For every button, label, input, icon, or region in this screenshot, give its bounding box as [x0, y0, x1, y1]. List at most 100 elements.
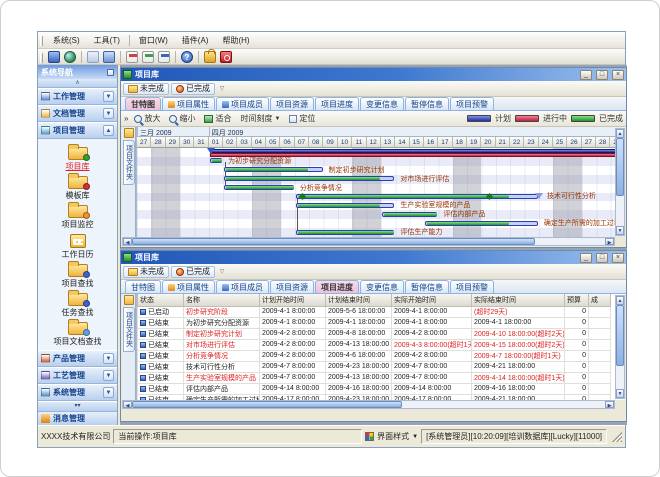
scroll-thumb[interactable] [132, 238, 535, 245]
menu-item-帮助[interactable]: 帮助(H) [215, 33, 256, 48]
tab-项目进度[interactable]: 项目进度 [315, 280, 359, 293]
close-button[interactable]: × [612, 70, 624, 80]
sidebar-item-模板库[interactable]: 模板库 [38, 176, 117, 201]
tab-甘特图[interactable]: 甘特图 [125, 280, 161, 293]
column-header-名称[interactable]: 名称 [184, 294, 260, 306]
zoom-in-button[interactable]: 放大 [131, 112, 163, 125]
column-header-实际结束时间[interactable]: 实际结束时间 [472, 294, 565, 306]
scroll-right-icon[interactable]: ▶ [605, 238, 614, 245]
scroll-up-icon[interactable]: ▲ [616, 129, 624, 138]
lock-icon[interactable] [204, 51, 216, 63]
task-plan-bar[interactable] [296, 194, 538, 199]
sidebar-item-项目监控[interactable]: 项目监控 [38, 205, 117, 230]
sidebar-group-项目管理[interactable]: 项目管理▲ [38, 122, 117, 139]
scroll-thumb[interactable] [616, 138, 624, 196]
resize-grip[interactable] [612, 432, 622, 442]
table-hscrollbar[interactable]: ◀ ▶ [122, 400, 615, 409]
task-plan-bar[interactable] [296, 203, 394, 208]
zoom-out-button[interactable]: 缩小 [166, 112, 198, 125]
sidebar-tab-message[interactable]: 消息管理 [38, 411, 117, 425]
tab-项目预警[interactable]: 项目预警 [450, 97, 494, 110]
finished-filter-button[interactable]: 已完成 [171, 83, 215, 95]
task-plan-bar[interactable] [382, 212, 437, 217]
column-header-实际开始时间[interactable]: 实际开始时间 [392, 294, 472, 306]
menu-item-工具[interactable]: 工具(T) [87, 33, 127, 48]
table-row[interactable]: 已结束生产实验室规模的产品2009-4-7 8:00:002009-4-13 1… [138, 372, 611, 383]
sidebar-item-工作日历[interactable]: 工作日历 [38, 234, 117, 260]
table-row[interactable]: 已结束技术可行性分析2009-4-7 8:00:002009-4-23 18:0… [138, 361, 611, 372]
scroll-thumb[interactable] [132, 401, 402, 408]
sidebar-group-文档管理[interactable]: 文档管理▼ [38, 105, 117, 122]
tab-项目属性[interactable]: 项目属性 [162, 97, 215, 110]
sidebar-group-工作管理[interactable]: 工作管理▼ [38, 88, 117, 105]
task-plan-bar[interactable] [210, 158, 222, 163]
table-row[interactable]: 已结束制定初步研究计划2009-4-2 8:00:002009-4-8 18:0… [138, 328, 611, 339]
computer-icon[interactable] [48, 51, 60, 63]
table-row[interactable]: 已结束对市场进行评估2009-4-2 8:00:002009-4-13 18:0… [138, 339, 611, 350]
scroll-up-icon[interactable]: ▲ [616, 296, 624, 305]
column-header-预算[interactable]: 预算 [565, 294, 589, 306]
scroll-down-icon[interactable]: ▼ [616, 226, 624, 235]
gantt-window-titlebar[interactable]: 项目库 _ □ × [121, 68, 626, 81]
task-plan-bar[interactable] [224, 185, 294, 190]
sidebar-overflow-button[interactable]: ▾▾ [38, 401, 117, 411]
chevron-down-icon[interactable]: ▼ [103, 387, 114, 398]
tab-项目资源[interactable]: 项目资源 [270, 97, 314, 110]
menu-item-系统[interactable]: 系统(S) [46, 33, 87, 48]
project-folder-sidetab[interactable]: 项目文件夹 [122, 294, 136, 400]
summary-plan-bar[interactable] [210, 149, 625, 153]
chevron-up-icon[interactable]: ▲ [103, 125, 114, 136]
report-green-icon[interactable] [142, 51, 154, 63]
minimize-button[interactable]: _ [580, 70, 592, 80]
chevron-down-icon[interactable]: ▼ [103, 108, 114, 119]
table-vscrollbar[interactable]: ▲ ▼ [615, 295, 625, 399]
task-plan-bar[interactable] [224, 167, 322, 172]
gantt-hscrollbar[interactable]: ◀ ▶ [122, 237, 615, 246]
sidebar-item-项目查找[interactable]: 项目查找 [38, 264, 117, 289]
scroll-left-icon[interactable]: ◀ [123, 238, 132, 245]
sidebar-item-项目库[interactable]: 项目库 [38, 147, 117, 172]
maximize-button[interactable]: □ [596, 70, 608, 80]
scroll-thumb[interactable] [616, 305, 624, 366]
chevron-down-icon[interactable]: ▼ [103, 370, 114, 381]
interface-style-icon[interactable] [365, 432, 374, 441]
task-plan-bar[interactable] [425, 221, 538, 226]
tab-项目预警[interactable]: 项目预警 [450, 280, 494, 293]
gantt-vscrollbar[interactable]: ▲ ▼ [615, 128, 625, 236]
task-plan-bar[interactable] [296, 230, 394, 235]
close-button[interactable]: × [612, 253, 624, 263]
toolbar-overflow-button[interactable]: ▽ [217, 83, 227, 95]
folder-open-icon[interactable] [103, 51, 115, 63]
globe-icon[interactable] [64, 51, 76, 63]
sidebar-group-系统管理[interactable]: 系统管理▼ [38, 384, 117, 401]
tab-项目进度[interactable]: 项目进度 [315, 97, 359, 110]
toolbar-overflow-button[interactable]: ▽ [217, 266, 227, 278]
column-header-计划结束时间[interactable]: 计划结束时间 [326, 294, 392, 306]
time-scale-button[interactable]: 时间刻度▼ [237, 112, 283, 125]
column-header-状态[interactable]: 状态 [138, 294, 184, 306]
tab-项目成员[interactable]: 项目成员 [216, 280, 269, 293]
column-header-成[interactable]: 成 [589, 294, 611, 306]
tab-暂停信息[interactable]: 暂停信息 [405, 97, 449, 110]
tab-变更信息[interactable]: 变更信息 [360, 97, 404, 110]
menu-item-窗口[interactable]: 窗口(W) [132, 33, 175, 48]
chevron-down-icon[interactable]: ▼ [412, 434, 418, 440]
sidebar-item-项目文档查找[interactable]: 项目文档查找 [38, 322, 117, 347]
tab-变更信息[interactable]: 变更信息 [360, 280, 404, 293]
minimize-button[interactable]: _ [580, 253, 592, 263]
menu-item-插件[interactable]: 插件(A) [175, 33, 216, 48]
scroll-left-icon[interactable]: ◀ [123, 401, 132, 408]
unfinished-filter-button[interactable]: 未完成 [123, 266, 169, 278]
sidebar-collapse-button[interactable]: ∧ [38, 79, 117, 88]
gantt-toolbar-more-button[interactable]: » [124, 114, 128, 123]
chevron-down-icon[interactable]: ▼ [103, 353, 114, 364]
table-row[interactable]: 已启动初步研究阶段2009-4-1 8:00:002009-5-6 18:00:… [138, 306, 611, 317]
table-row[interactable]: 已结束评估内部产品2009-4-14 8:00:002009-4-16 18:0… [138, 383, 611, 394]
report-blue-icon[interactable] [158, 51, 170, 63]
scroll-down-icon[interactable]: ▼ [616, 389, 624, 398]
folder-icon[interactable] [87, 51, 99, 63]
table-window-titlebar[interactable]: 项目库 _ □ × [121, 251, 626, 264]
tab-项目资源[interactable]: 项目资源 [270, 280, 314, 293]
tab-项目属性[interactable]: 项目属性 [162, 280, 215, 293]
column-header-计划开始时间[interactable]: 计划开始时间 [260, 294, 326, 306]
